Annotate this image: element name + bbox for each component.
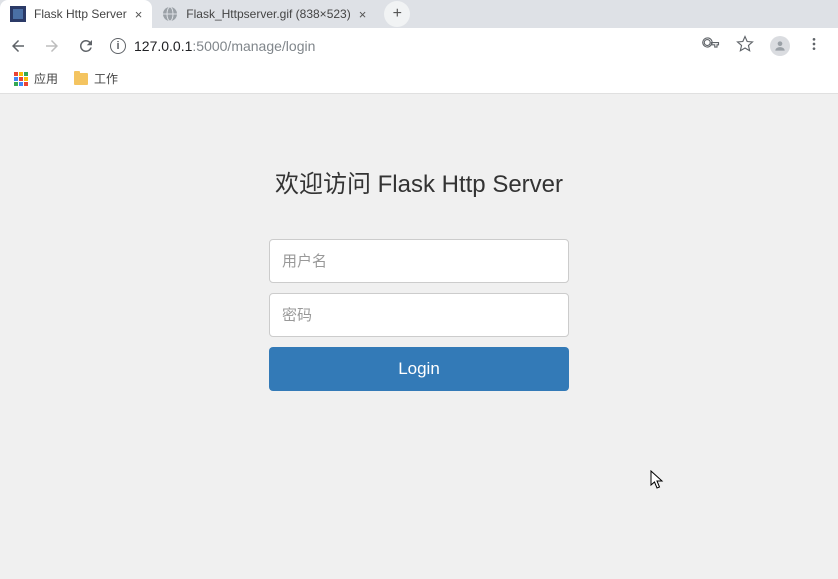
tab-strip: Flask Http Server × Flask_Httpserver.gif…	[0, 0, 838, 28]
tab-2[interactable]: Flask_Httpserver.gif (838×523) ×	[152, 0, 376, 28]
password-field[interactable]	[269, 293, 569, 337]
star-icon[interactable]	[736, 35, 754, 58]
tab-2-title: Flask_Httpserver.gif (838×523)	[186, 7, 350, 21]
apps-label: 应用	[34, 70, 58, 87]
login-button[interactable]: Login	[269, 347, 569, 391]
tab-1[interactable]: Flask Http Server ×	[0, 0, 152, 28]
profile-avatar[interactable]	[770, 36, 790, 56]
plus-icon: +	[393, 5, 402, 23]
bookmarks-bar: 应用 工作	[0, 64, 838, 94]
toolbar: i 127.0.0.1:5000/manage/login	[0, 28, 838, 64]
username-field[interactable]	[269, 239, 569, 283]
site-info-icon[interactable]: i	[110, 38, 126, 54]
url-path: :5000/manage/login	[192, 38, 315, 54]
tab-1-title: Flask Http Server	[34, 7, 127, 21]
arrow-left-icon	[9, 37, 27, 55]
menu-button[interactable]	[806, 36, 822, 57]
address-bar[interactable]: i 127.0.0.1:5000/manage/login	[110, 38, 688, 54]
key-icon[interactable]	[702, 35, 720, 58]
url-text: 127.0.0.1:5000/manage/login	[134, 38, 315, 54]
reload-icon	[77, 37, 95, 55]
bookmark-work-label: 工作	[94, 70, 118, 87]
person-icon	[773, 39, 787, 53]
reload-button[interactable]	[76, 36, 96, 56]
back-button[interactable]	[8, 36, 28, 56]
apps-grid-icon	[14, 72, 28, 86]
url-host: 127.0.0.1	[134, 38, 192, 54]
toolbar-right	[702, 35, 830, 58]
folder-icon	[74, 73, 88, 85]
arrow-right-icon	[43, 37, 61, 55]
forward-button[interactable]	[42, 36, 62, 56]
favicon-flask-icon	[10, 6, 26, 22]
login-container: 欢迎访问 Flask Http Server Login	[269, 164, 569, 391]
close-icon[interactable]: ×	[359, 7, 367, 22]
apps-shortcut[interactable]: 应用	[14, 70, 58, 87]
close-icon[interactable]: ×	[135, 7, 143, 22]
page-content: 欢迎访问 Flask Http Server Login	[0, 94, 838, 579]
new-tab-button[interactable]: +	[384, 1, 410, 27]
browser-chrome: Flask Http Server × Flask_Httpserver.gif…	[0, 0, 838, 94]
favicon-globe-icon	[162, 6, 178, 22]
kebab-icon	[806, 36, 822, 52]
page-title: 欢迎访问 Flask Http Server	[269, 164, 569, 199]
bookmark-folder-work[interactable]: 工作	[74, 70, 118, 87]
